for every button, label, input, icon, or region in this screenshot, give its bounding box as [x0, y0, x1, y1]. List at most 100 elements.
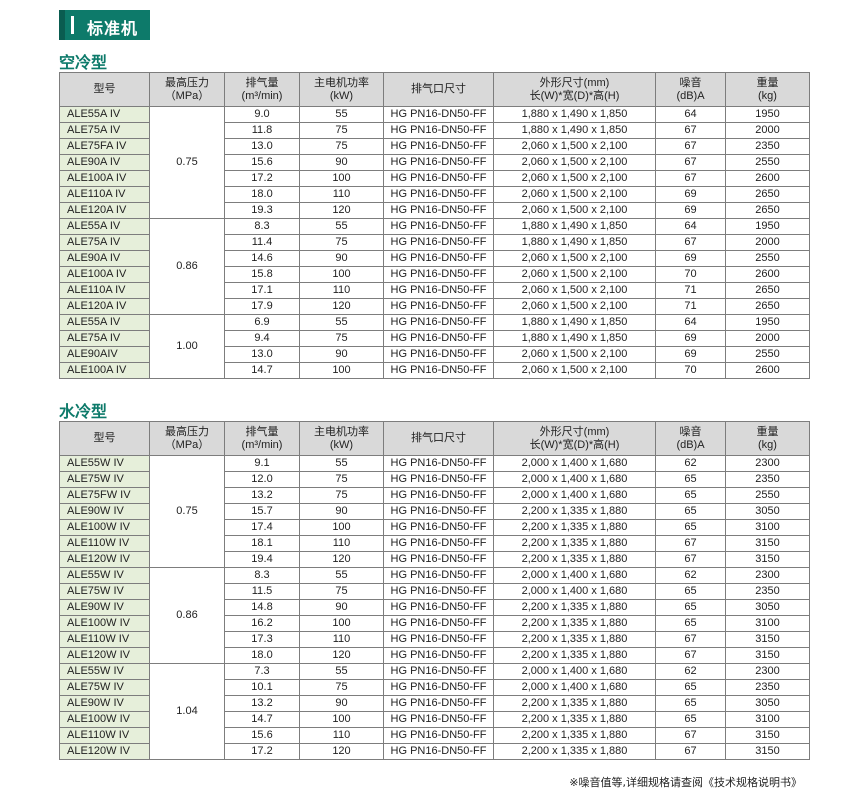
- cell-flow: 17.9: [224, 298, 300, 315]
- cell-pressure: 0.75: [149, 106, 225, 219]
- cell-noise: 64: [655, 314, 726, 331]
- cell-flow: 11.8: [224, 122, 300, 139]
- header-dimensions: 外形尺寸(mm) 长(W)*宽(D)*高(H): [493, 72, 656, 107]
- cell-power: 120: [299, 202, 384, 219]
- cell-flow: 17.2: [224, 743, 300, 760]
- cell-weight: 2600: [725, 266, 810, 283]
- cell-noise: 65: [655, 615, 726, 632]
- cell-power: 75: [299, 583, 384, 600]
- cell-noise: 69: [655, 202, 726, 219]
- header-weight: 重量 (kg): [725, 72, 810, 107]
- cell-outlet: HG PN16-DN50-FF: [383, 186, 494, 203]
- cell-power: 75: [299, 138, 384, 155]
- cell-weight: 2650: [725, 298, 810, 315]
- cell-noise: 67: [655, 122, 726, 139]
- cell-outlet: HG PN16-DN50-FF: [383, 362, 494, 379]
- cell-dimensions: 1,880 x 1,490 x 1,850: [493, 218, 656, 235]
- cell-model: ALE110A IV: [59, 186, 150, 203]
- cell-model: ALE100A IV: [59, 266, 150, 283]
- cell-weight: 2350: [725, 138, 810, 155]
- banner-title: 标准机: [87, 19, 139, 38]
- cell-noise: 69: [655, 346, 726, 363]
- cell-flow: 17.1: [224, 282, 300, 299]
- cell-power: 55: [299, 314, 384, 331]
- cell-weight: 2350: [725, 471, 810, 488]
- cell-outlet: HG PN16-DN50-FF: [383, 346, 494, 363]
- section-title-air-cooled: 空冷型: [59, 53, 108, 72]
- cell-noise: 62: [655, 663, 726, 680]
- cell-weight: 3150: [725, 535, 810, 552]
- cell-dimensions: 1,880 x 1,490 x 1,850: [493, 106, 656, 123]
- cell-weight: 2000: [725, 122, 810, 139]
- cell-weight: 2600: [725, 170, 810, 187]
- cell-model: ALE120A IV: [59, 298, 150, 315]
- cell-outlet: HG PN16-DN50-FF: [383, 202, 494, 219]
- cell-power: 100: [299, 266, 384, 283]
- cell-power: 55: [299, 567, 384, 584]
- cell-weight: 2550: [725, 346, 810, 363]
- cell-outlet: HG PN16-DN50-FF: [383, 250, 494, 267]
- cell-outlet: HG PN16-DN50-FF: [383, 727, 494, 744]
- cell-weight: 2650: [725, 202, 810, 219]
- cell-dimensions: 2,000 x 1,400 x 1,680: [493, 583, 656, 600]
- cell-power: 75: [299, 330, 384, 347]
- cell-noise: 69: [655, 250, 726, 267]
- cell-noise: 65: [655, 471, 726, 488]
- cell-power: 75: [299, 679, 384, 696]
- header-outlet: 排气口尺寸: [383, 421, 494, 456]
- cell-weight: 1950: [725, 218, 810, 235]
- cell-noise: 65: [655, 519, 726, 536]
- cell-weight: 1950: [725, 314, 810, 331]
- cell-noise: 65: [655, 679, 726, 696]
- cell-outlet: HG PN16-DN50-FF: [383, 551, 494, 568]
- cell-weight: 2600: [725, 362, 810, 379]
- cell-dimensions: 2,000 x 1,400 x 1,680: [493, 471, 656, 488]
- cell-power: 120: [299, 743, 384, 760]
- cell-model: ALE120W IV: [59, 647, 150, 664]
- table-row: ALE55W IV 1.04 7.3 55 HG PN16-DN50-FF 2,000 x…: [59, 663, 810, 760]
- cell-outlet: HG PN16-DN50-FF: [383, 743, 494, 760]
- cell-power: 55: [299, 106, 384, 123]
- cell-noise: 67: [655, 535, 726, 552]
- cell-model: ALE100W IV: [59, 615, 150, 632]
- cell-noise: 71: [655, 298, 726, 315]
- cell-outlet: HG PN16-DN50-FF: [383, 503, 494, 520]
- cell-flow: 12.0: [224, 471, 300, 488]
- cell-flow: 18.1: [224, 535, 300, 552]
- cell-noise: 65: [655, 583, 726, 600]
- cell-dimensions: 2,060 x 1,500 x 2,100: [493, 250, 656, 267]
- header-power: 主电机功率 (kW): [299, 421, 384, 456]
- cell-flow: 14.7: [224, 711, 300, 728]
- cell-noise: 70: [655, 266, 726, 283]
- cell-dimensions: 2,200 x 1,335 x 1,880: [493, 519, 656, 536]
- cell-dimensions: 2,000 x 1,400 x 1,680: [493, 567, 656, 584]
- table-header-row: 型号 最高压力 （MPa） 排气量 (m³/min) 主电机功率 (kW) 排气口尺寸…: [59, 421, 810, 456]
- cell-flow: 6.9: [224, 314, 300, 331]
- cell-outlet: HG PN16-DN50-FF: [383, 234, 494, 251]
- cell-power: 90: [299, 695, 384, 712]
- cell-model: ALE90A IV: [59, 250, 150, 267]
- cell-model: ALE55W IV: [59, 663, 150, 680]
- cell-outlet: HG PN16-DN50-FF: [383, 266, 494, 283]
- cell-flow: 15.6: [224, 727, 300, 744]
- cell-weight: 2650: [725, 186, 810, 203]
- cell-noise: 65: [655, 503, 726, 520]
- cell-outlet: HG PN16-DN50-FF: [383, 154, 494, 171]
- banner-accent-bar: [71, 16, 74, 34]
- cell-weight: 2650: [725, 282, 810, 299]
- cell-dimensions: 2,200 x 1,335 x 1,880: [493, 695, 656, 712]
- section-banner: 标准机: [59, 10, 150, 40]
- cell-model: ALE120W IV: [59, 551, 150, 568]
- cell-power: 100: [299, 170, 384, 187]
- cell-noise: 69: [655, 330, 726, 347]
- cell-dimensions: 1,880 x 1,490 x 1,850: [493, 330, 656, 347]
- cell-flow: 17.3: [224, 631, 300, 648]
- cell-outlet: HG PN16-DN50-FF: [383, 519, 494, 536]
- cell-power: 100: [299, 519, 384, 536]
- cell-model: ALE90AIV: [59, 346, 150, 363]
- cell-weight: 2300: [725, 663, 810, 680]
- cell-model: ALE55A IV: [59, 106, 150, 123]
- footnote: ※噪音值等,详细规格请查阅《技术规格说明书》: [569, 776, 802, 789]
- header-noise: 噪音 (dB)A: [655, 72, 726, 107]
- cell-outlet: HG PN16-DN50-FF: [383, 695, 494, 712]
